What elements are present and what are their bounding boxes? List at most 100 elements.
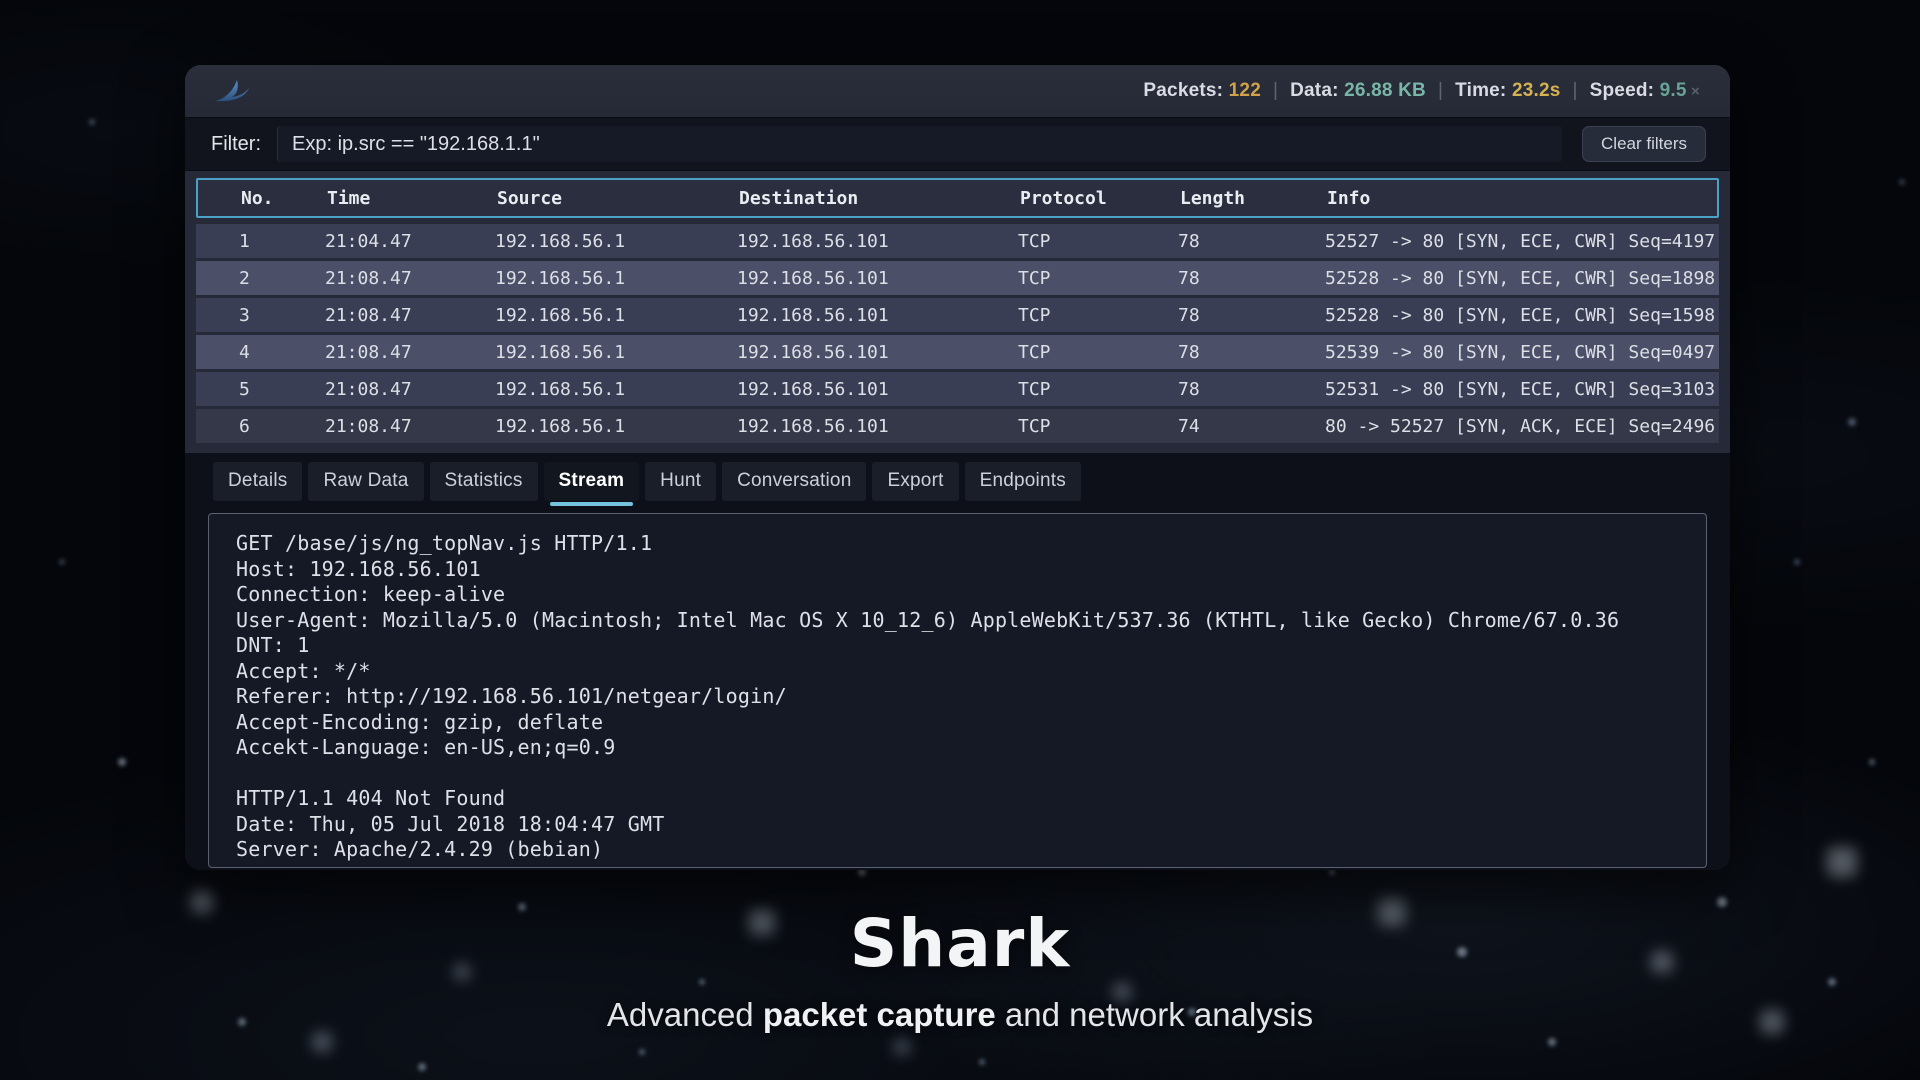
column-header-destination[interactable]: Destination [739,188,1020,209]
stat-separator: | [1273,80,1278,102]
table-row[interactable]: 321:08.47192.168.56.1192.168.56.101TCP78… [196,298,1719,332]
packet-table-header: No.TimeSourceDestinationProtocolLengthIn… [196,178,1719,218]
tab-details[interactable]: Details [213,462,302,501]
tab-export[interactable]: Export [872,462,958,501]
cell-source: 192.168.56.1 [495,268,737,289]
stat-speed-suffix: × [1687,83,1700,100]
cell-destination: 192.168.56.101 [737,268,1018,289]
cell-length: 78 [1178,342,1325,363]
cell-time: 21:08.47 [325,305,495,326]
product-title: Shark [0,905,1920,982]
cell-destination: 192.168.56.101 [737,416,1018,437]
stream-line: Accept-Encoding: gzip, deflate [236,710,1694,736]
cell-no: 6 [196,416,325,437]
column-header-protocol[interactable]: Protocol [1020,188,1180,209]
table-row[interactable]: 521:08.47192.168.56.1192.168.56.101TCP78… [196,372,1719,406]
cell-protocol: TCP [1018,305,1178,326]
table-row[interactable]: 621:08.47192.168.56.1192.168.56.101TCP74… [196,409,1719,443]
shark-app-window: Packets: 122 | Data: 26.88 KB | Time: 23.2s |… [185,65,1730,870]
stream-panel[interactable]: GET /base/js/ng_topNav.js HTTP/1.1Host: … [208,513,1707,868]
column-header-source[interactable]: Source [497,188,739,209]
cell-time: 21:08.47 [325,342,495,363]
cell-source: 192.168.56.1 [495,231,737,252]
cell-destination: 192.168.56.101 [737,379,1018,400]
cell-source: 192.168.56.1 [495,416,737,437]
stream-line: Server: Apache/2.4.29 (bebian) [236,837,1694,863]
stat-data: Data: 26.88 KB [1290,80,1426,102]
cell-length: 78 [1178,305,1325,326]
shark-fin-icon [213,76,253,106]
cell-protocol: TCP [1018,342,1178,363]
cell-source: 192.168.56.1 [495,379,737,400]
stream-line: Accept: */* [236,659,1694,685]
cell-protocol: TCP [1018,379,1178,400]
stream-line: Connection: keep-alive [236,582,1694,608]
stream-line: HTTP/1.1 404 Not Found [236,786,1694,812]
cell-length: 74 [1178,416,1325,437]
stream-line: Accekt-Language: en-US,en;q=0.9 [236,735,1694,761]
stat-data-value: 26.88 KB [1344,80,1426,101]
cell-no: 3 [196,305,325,326]
cell-length: 78 [1178,379,1325,400]
stat-speed-value: 9.5 [1660,80,1687,101]
packet-table-body: 121:04.47192.168.56.1192.168.56.101TCP78… [196,224,1719,443]
stat-speed-label: Speed: [1590,80,1660,101]
stat-packets-value: 122 [1229,80,1261,101]
detail-section: DetailsRaw DataStatisticsStreamHuntConve… [185,453,1730,870]
cell-protocol: TCP [1018,268,1178,289]
stream-line: Date: Thu, 05 Jul 2018 18:04:47 GMT [236,812,1694,838]
clear-filters-button[interactable]: Clear filters [1582,126,1706,162]
stat-time: Time: 23.2s [1455,80,1560,102]
cell-source: 192.168.56.1 [495,342,737,363]
cell-info: 52531 -> 80 [SYN, ECE, CWR] Seq=3103 [1325,379,1719,400]
cell-length: 78 [1178,268,1325,289]
table-row[interactable]: 221:08.47192.168.56.1192.168.56.101TCP78… [196,261,1719,295]
stat-data-label: Data: [1290,80,1344,101]
cell-time: 21:08.47 [325,416,495,437]
detail-tabs: DetailsRaw DataStatisticsStreamHuntConve… [185,462,1730,501]
filter-bar: Filter: Exp: ip.src == "192.168.1.1" Cle… [185,117,1730,171]
cell-info: 80 -> 52527 [SYN, ACK, ECE] Seq=2496 [1325,416,1719,437]
table-row[interactable]: 421:08.47192.168.56.1192.168.56.101TCP78… [196,335,1719,369]
filter-label: Filter: [211,133,261,156]
stream-line: DNT: 1 [236,633,1694,659]
stat-separator: | [1572,80,1577,102]
cell-no: 2 [196,268,325,289]
tab-hunt[interactable]: Hunt [645,462,716,501]
cell-destination: 192.168.56.101 [737,231,1018,252]
stat-time-value: 23.2s [1512,80,1561,101]
stream-line: Host: 192.168.56.101 [236,557,1694,583]
stat-packets: Packets: 122 [1143,80,1261,102]
stream-line: User-Agent: Mozilla/5.0 (Macintosh; Inte… [236,608,1694,634]
stream-line: GET /base/js/ng_topNav.js HTTP/1.1 [236,531,1694,557]
bokeh-dust-small [0,0,4,4]
filter-expression-value: Exp: ip.src == "192.168.1.1" [292,133,540,156]
tab-raw-data[interactable]: Raw Data [308,462,423,501]
tab-conversation[interactable]: Conversation [722,462,866,501]
column-header-info[interactable]: Info [1327,188,1717,209]
cell-info: 52539 -> 80 [SYN, ECE, CWR] Seq=0497 [1325,342,1719,363]
bokeh-dust-large [0,0,4,4]
cell-no: 5 [196,379,325,400]
cell-protocol: TCP [1018,416,1178,437]
cell-info: 52528 -> 80 [SYN, ECE, CWR] Seq=1598 [1325,305,1719,326]
tab-endpoints[interactable]: Endpoints [965,462,1081,501]
cell-protocol: TCP [1018,231,1178,252]
filter-expression-input[interactable]: Exp: ip.src == "192.168.1.1" [277,126,1562,162]
stream-line: Referer: http://192.168.56.101/netgear/l… [236,684,1694,710]
stat-speed: Speed: 9.5 × [1590,80,1700,102]
cell-no: 4 [196,342,325,363]
column-header-time[interactable]: Time [327,188,497,209]
cell-time: 21:08.47 [325,268,495,289]
cell-time: 21:08.47 [325,379,495,400]
column-header-length[interactable]: Length [1180,188,1327,209]
product-tagline: Advanced packet capture and network anal… [0,996,1920,1034]
column-header-no[interactable]: No. [198,188,327,209]
cell-no: 1 [196,231,325,252]
table-row[interactable]: 121:04.47192.168.56.1192.168.56.101TCP78… [196,224,1719,258]
stat-separator: | [1438,80,1443,102]
tab-statistics[interactable]: Statistics [430,462,538,501]
cell-destination: 192.168.56.101 [737,305,1018,326]
tab-stream[interactable]: Stream [544,462,640,501]
cell-length: 78 [1178,231,1325,252]
